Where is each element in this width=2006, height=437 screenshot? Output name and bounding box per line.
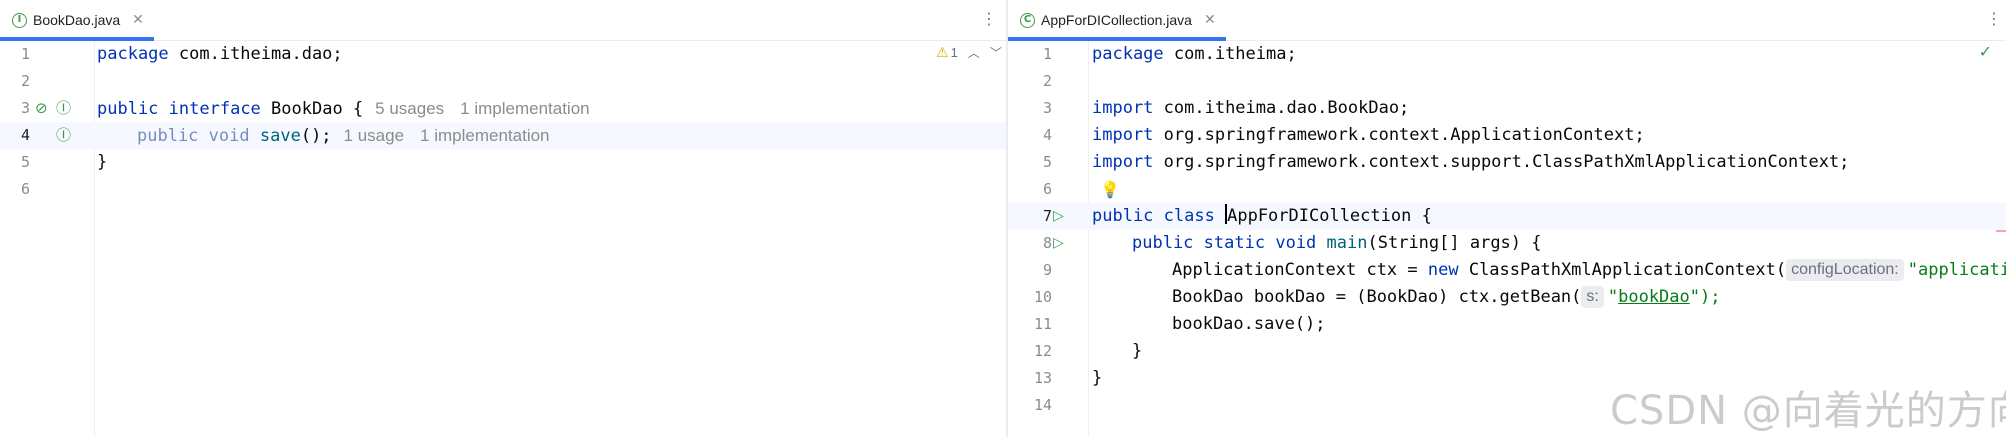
watermark-text: CSDN @向着光的方向j	[1610, 388, 2006, 434]
bean-reference-link[interactable]: bookDao	[1618, 287, 1690, 307]
code-text: public static void main(String[] args) {	[1132, 233, 1542, 253]
code-text: public void save(); 1 usage 1 implementati…	[137, 126, 550, 146]
code-text: package com.itheima.dao;	[97, 44, 343, 64]
line-number: 2	[1042, 72, 1052, 90]
tab-label: BookDao.java	[33, 12, 121, 28]
left-tab-bar: I BookDao.java ✕ ⋮	[0, 0, 1006, 41]
line-number: 6	[1042, 180, 1052, 198]
tab-bookdao-java[interactable]: I BookDao.java ✕	[0, 0, 154, 41]
code-text: public interface BookDao {5 usages 1 impl…	[97, 99, 590, 119]
code-text: BookDao bookDao = (BookDao) ctx.getBean(…	[1172, 286, 1721, 308]
code-text: import org.springframework.context.Appli…	[1092, 125, 1645, 145]
code-line: 2	[0, 68, 1006, 95]
implemented-down-icon[interactable]: Ⓘ	[56, 122, 71, 149]
line-number: 2	[20, 72, 30, 90]
code-line: 4 import org.springframework.context.App…	[1008, 122, 2006, 149]
code-text: import org.springframework.context.suppo…	[1092, 152, 1850, 172]
line-number: 3	[1042, 99, 1052, 117]
parameter-hint: s:	[1581, 286, 1604, 308]
close-icon[interactable]: ✕	[132, 12, 144, 28]
line-number: 3	[20, 99, 30, 117]
class-file-icon: C	[1020, 12, 1035, 28]
lightbulb-icon[interactable]: 💡	[1100, 176, 1120, 203]
code-text: import com.itheima.dao.BookDao;	[1092, 98, 1410, 118]
code-line: 1 package com.itheima;	[1008, 41, 2006, 68]
code-text: }	[1092, 368, 1103, 388]
line-number: 11	[1033, 315, 1052, 333]
usages-hint[interactable]: 5 usages	[375, 99, 444, 118]
code-text: ApplicationContext ctx = new ClassPathXm…	[1172, 259, 2006, 281]
error-stripe-mark[interactable]	[1996, 230, 2006, 232]
implemented-down-icon[interactable]: Ⓘ	[56, 95, 71, 122]
line-number: 1	[1042, 45, 1052, 63]
line-number: 12	[1033, 342, 1052, 360]
no-override-icon[interactable]: ⊘	[35, 95, 48, 122]
code-line: 9 ApplicationContext ctx = new ClassPath…	[1008, 257, 2006, 284]
tab-label: AppForDICollection.java	[1041, 12, 1192, 28]
code-line: 2	[1008, 68, 2006, 95]
left-code-editor[interactable]: 1 package com.itheima.dao; 2 3 ⊘ Ⓘ publi…	[0, 41, 1006, 437]
code-text: package com.itheima;	[1092, 44, 1297, 64]
interface-file-icon: I	[12, 12, 27, 28]
code-line: 8 ▷ public static void main(String[] arg…	[1008, 230, 2006, 257]
line-number: 14	[1033, 396, 1052, 414]
line-number: 4	[1042, 126, 1052, 144]
run-icon[interactable]: ▷	[1053, 230, 1064, 257]
line-number: 7	[1042, 207, 1052, 225]
code-text: public class AppForDICollection {	[1092, 204, 1432, 226]
run-icon[interactable]: ▷	[1053, 203, 1064, 230]
line-number: 5	[1042, 153, 1052, 171]
code-line: 3 import com.itheima.dao.BookDao;	[1008, 95, 2006, 122]
code-line-current: 4 Ⓘ public void save(); 1 usage 1 implemen…	[0, 122, 1006, 149]
implementations-hint[interactable]: 1 implementation	[460, 99, 589, 118]
line-number: 10	[1033, 288, 1052, 306]
line-number: 13	[1033, 369, 1052, 387]
line-number: 8	[1042, 234, 1052, 252]
implementations-hint[interactable]: 1 implementation	[420, 126, 549, 145]
usages-hint[interactable]: 1 usage	[344, 126, 405, 145]
line-number: 5	[20, 153, 30, 171]
code-text: bookDao.save();	[1172, 314, 1326, 334]
close-icon[interactable]: ✕	[1204, 12, 1216, 28]
code-line: 5 }	[0, 149, 1006, 176]
right-tab-bar: C AppForDICollection.java ✕ ⋮	[1008, 0, 2006, 41]
line-number: 4	[20, 126, 30, 144]
tab-appfordicollection-java[interactable]: C AppForDICollection.java ✕	[1008, 0, 1226, 41]
parameter-hint: configLocation:	[1786, 259, 1904, 281]
code-line: 5 import org.springframework.context.sup…	[1008, 149, 2006, 176]
code-line: 6	[0, 176, 1006, 203]
code-line: 10 BookDao bookDao = (BookDao) ctx.getBe…	[1008, 284, 2006, 311]
line-number: 9	[1042, 261, 1052, 279]
code-line: 3 ⊘ Ⓘ public interface BookDao {5 usages…	[0, 95, 1006, 122]
code-line: 1 package com.itheima.dao;	[0, 41, 1006, 68]
code-line-current: 7 ▷ public class AppForDICollection {	[1008, 203, 2006, 230]
more-options-icon[interactable]: ⋮	[1986, 8, 2002, 30]
right-editor-pane: C AppForDICollection.java ✕ ⋮ ✓ 1 packag…	[1008, 0, 2006, 437]
code-line: 12 }	[1008, 338, 2006, 365]
code-text: }	[97, 152, 108, 172]
line-number: 1	[20, 45, 30, 63]
code-text: }	[1132, 341, 1143, 361]
code-line: 6 💡	[1008, 176, 2006, 203]
more-options-icon[interactable]: ⋮	[981, 8, 997, 30]
code-line: 11 bookDao.save();	[1008, 311, 2006, 338]
line-number: 6	[20, 180, 30, 198]
left-editor-pane: I BookDao.java ✕ ⋮ ⚠ 1 ︿ ﹀ 1 package com…	[0, 0, 1006, 437]
